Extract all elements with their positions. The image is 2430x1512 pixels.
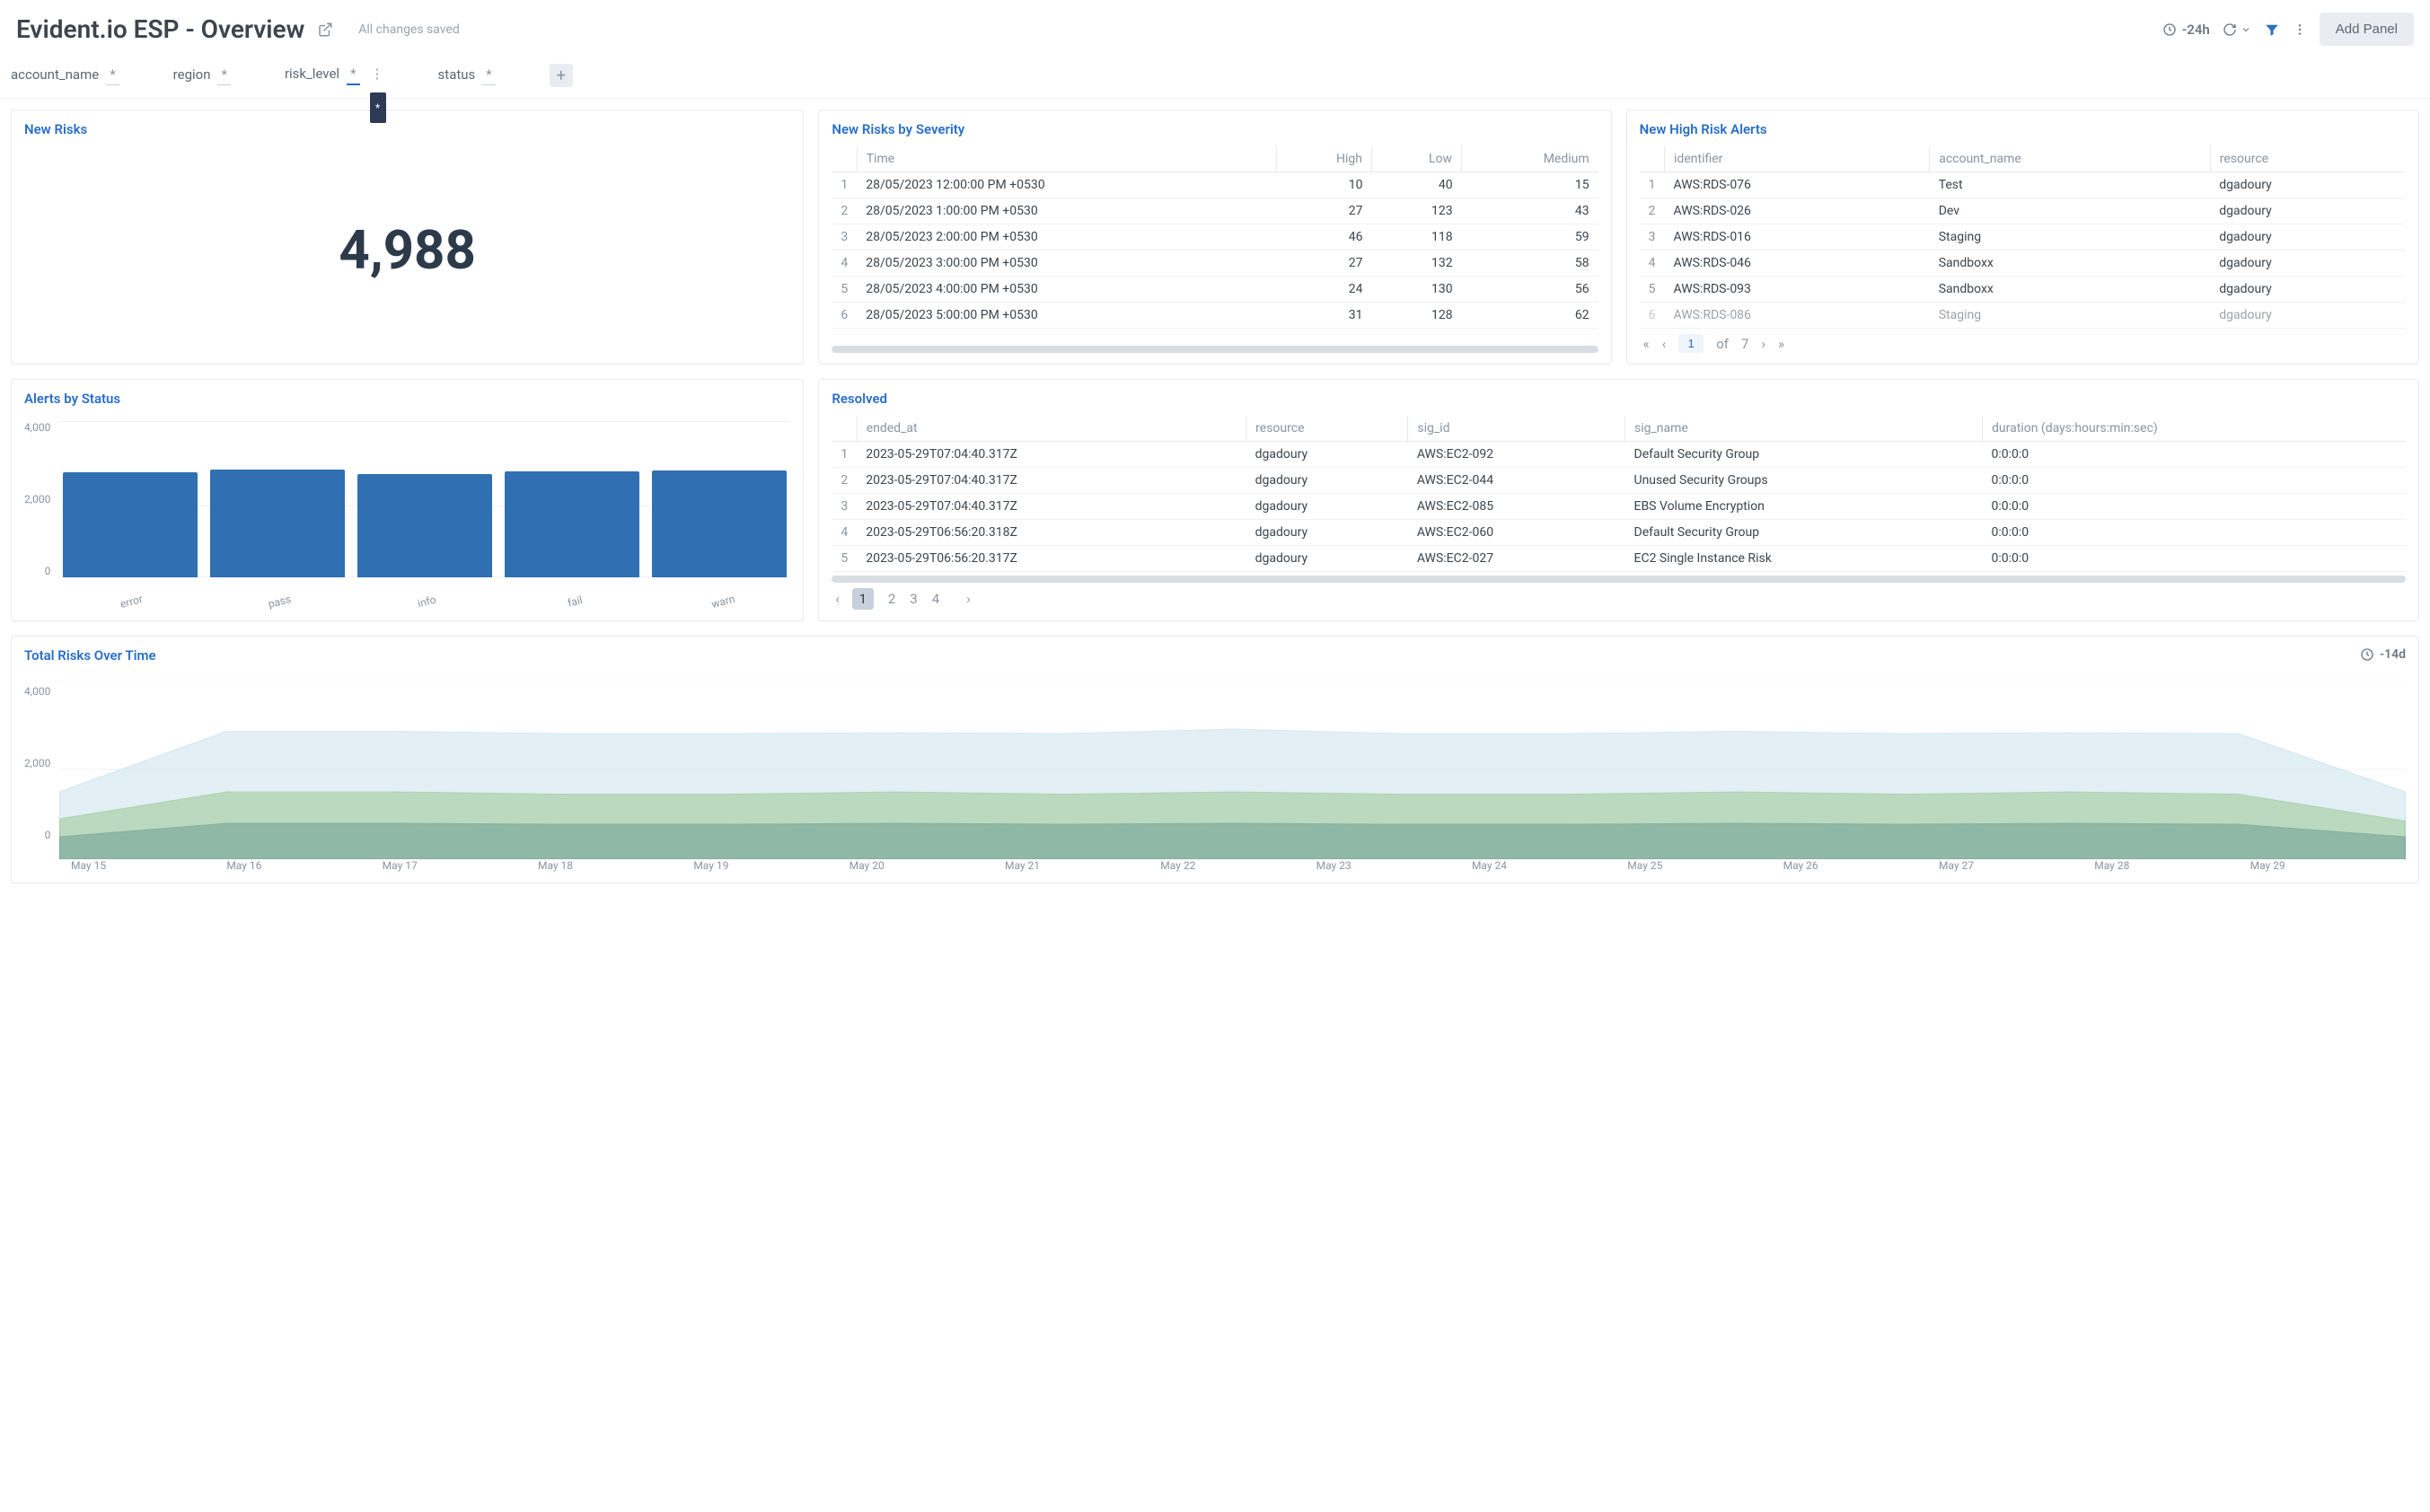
bar[interactable] xyxy=(652,470,787,577)
panel-high-alerts: New High Risk Alerts identifier account_… xyxy=(1626,110,2419,365)
resolved-table: ended_at resource sig_id sig_name durati… xyxy=(832,416,2406,572)
panel-severity: New Risks by Severity Time High Low Medi… xyxy=(818,110,1611,365)
filter-icon xyxy=(2264,22,2280,38)
panel-title: Alerts by Status xyxy=(24,391,790,407)
table-row[interactable]: 528/05/2023 4:00:00 PM +05302413056 xyxy=(832,277,1598,303)
scrollbar[interactable] xyxy=(832,346,1598,353)
high-alerts-pager: « ‹ of 7 › » xyxy=(1640,329,2406,353)
bar[interactable] xyxy=(63,472,198,577)
page-number[interactable]: 2 xyxy=(888,591,895,607)
panel-time-range[interactable]: -14d xyxy=(2360,647,2406,662)
panel-title: Total Risks Over Time xyxy=(24,647,2406,664)
prev-page-icon[interactable]: ‹ xyxy=(1662,336,1667,352)
table-row[interactable]: 6AWS:RDS-086Stagingdgadoury xyxy=(1640,303,2406,329)
panel-title: New Risks xyxy=(24,121,790,137)
more-vertical-icon[interactable]: ⋮ xyxy=(371,66,384,82)
next-page-icon[interactable]: › xyxy=(966,591,971,607)
severity-table: Time High Low Medium 128/05/2023 12:00:0… xyxy=(832,146,1598,329)
filter-button[interactable] xyxy=(2264,22,2280,38)
table-row[interactable]: 1AWS:RDS-076Testdgadoury xyxy=(1640,172,2406,198)
panel-resolved: Resolved ended_at resource sig_id sig_na… xyxy=(818,379,2419,621)
clock-icon xyxy=(2162,22,2177,37)
filter-account-name[interactable]: account_name * xyxy=(11,66,119,85)
save-status: All changes saved xyxy=(358,22,460,37)
table-row[interactable]: 2AWS:RDS-026Devdgadoury xyxy=(1640,198,2406,224)
new-risks-value: 4,988 xyxy=(339,218,475,282)
page-number[interactable]: 4 xyxy=(932,591,939,607)
share-icon[interactable] xyxy=(317,22,333,38)
refresh-icon xyxy=(2223,22,2237,37)
panel-alerts-status: Alerts by Status 4,0002,0000 errorpassin… xyxy=(11,379,804,621)
bar[interactable] xyxy=(210,470,345,577)
filter-region[interactable]: region * xyxy=(173,66,231,85)
page-number[interactable]: 1 xyxy=(852,588,874,610)
bar[interactable] xyxy=(505,471,639,577)
area-chart: 4,0002,0000 xyxy=(24,680,2406,859)
scrollbar[interactable] xyxy=(832,576,2406,583)
table-row[interactable]: 12023-05-29T07:04:40.317ZdgadouryAWS:EC2… xyxy=(832,442,2406,468)
table-row[interactable]: 228/05/2023 1:00:00 PM +05302712343 xyxy=(832,198,1598,224)
table-row[interactable]: 428/05/2023 3:00:00 PM +05302713258 xyxy=(832,251,1598,277)
table-row[interactable]: 22023-05-29T07:04:40.317ZdgadouryAWS:EC2… xyxy=(832,468,2406,494)
high-alerts-table: identifier account_name resource 1AWS:RD… xyxy=(1640,146,2406,329)
filter-dropdown-indicator[interactable]: * xyxy=(370,92,386,123)
clock-icon xyxy=(2360,647,2374,662)
panel-total-risks: Total Risks Over Time -14d 4,0002,0000 M… xyxy=(11,636,2419,883)
bar[interactable] xyxy=(357,474,492,577)
table-row[interactable]: 5AWS:RDS-093Sandboxxdgadoury xyxy=(1640,277,2406,303)
table-row[interactable]: 328/05/2023 2:00:00 PM +05304611859 xyxy=(832,224,1598,251)
chevron-down-icon xyxy=(2241,24,2251,35)
bar-chart: 4,0002,0000 xyxy=(24,416,790,595)
more-button[interactable] xyxy=(2293,22,2307,37)
panel-title: New High Risk Alerts xyxy=(1640,121,2406,137)
prev-page-icon[interactable]: ‹ xyxy=(835,591,840,607)
next-page-icon[interactable]: › xyxy=(1761,336,1765,352)
first-page-icon[interactable]: « xyxy=(1643,336,1650,352)
last-page-icon[interactable]: » xyxy=(1778,336,1784,352)
page-input[interactable] xyxy=(1678,334,1704,353)
filter-bar: account_name * region * risk_level * ⋮ *… xyxy=(0,55,2430,99)
header: Evident.io ESP - Overview All changes sa… xyxy=(0,0,2430,55)
refresh-button[interactable] xyxy=(2223,22,2251,37)
panel-title: Resolved xyxy=(832,391,2406,407)
more-vertical-icon xyxy=(2293,22,2307,37)
table-row[interactable]: 42023-05-29T06:56:20.318ZdgadouryAWS:EC2… xyxy=(832,520,2406,546)
page-number[interactable]: 3 xyxy=(910,591,917,607)
filter-status[interactable]: status * xyxy=(438,66,496,85)
table-row[interactable]: 3AWS:RDS-016Stagingdgadoury xyxy=(1640,224,2406,251)
table-row[interactable]: 32023-05-29T07:04:40.317ZdgadouryAWS:EC2… xyxy=(832,494,2406,520)
table-row[interactable]: 128/05/2023 12:00:00 PM +0530104015 xyxy=(832,172,1598,198)
panel-new-risks: New Risks 4,988 xyxy=(11,110,804,365)
time-range[interactable]: -24h xyxy=(2162,22,2210,38)
add-filter-button[interactable]: + xyxy=(550,64,573,87)
page-title: Evident.io ESP - Overview xyxy=(16,14,304,44)
table-row[interactable]: 4AWS:RDS-046Sandboxxdgadoury xyxy=(1640,251,2406,277)
table-row[interactable]: 628/05/2023 5:00:00 PM +05303112862 xyxy=(832,303,1598,329)
resolved-pager: ‹ 1234 › xyxy=(832,583,2406,610)
add-panel-button[interactable]: Add Panel xyxy=(2320,13,2414,46)
filter-risk-level[interactable]: risk_level * ⋮ * xyxy=(285,66,384,85)
panel-title: New Risks by Severity xyxy=(832,121,1598,137)
table-row[interactable]: 52023-05-29T06:56:20.317ZdgadouryAWS:EC2… xyxy=(832,546,2406,572)
